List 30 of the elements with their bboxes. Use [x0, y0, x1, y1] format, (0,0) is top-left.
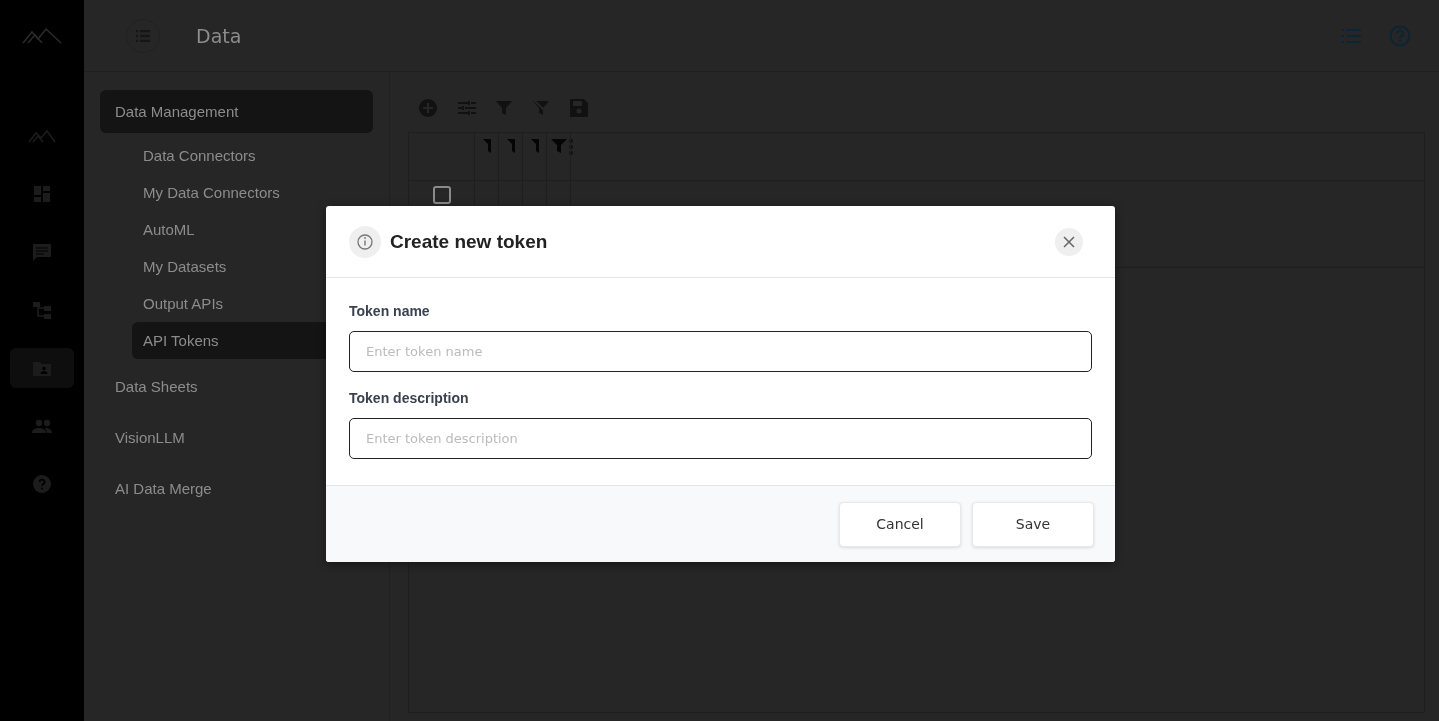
help-icon [33, 475, 51, 493]
sidebar-item[interactable]: Data Management [100, 90, 373, 133]
filter-icon[interactable] [530, 139, 539, 153]
chat-icon [33, 243, 51, 261]
close-icon [1063, 235, 1075, 248]
close-button[interactable] [1055, 227, 1083, 256]
sidebar-subitem[interactable]: My Data Connectors [100, 174, 373, 211]
help-icon[interactable] [1389, 24, 1411, 47]
folder-user-icon [33, 360, 51, 376]
people-icon [32, 419, 52, 433]
row-checkbox[interactable] [432, 186, 451, 204]
hierarchy-icon [33, 301, 51, 319]
nav-folder-user-button[interactable] [10, 348, 74, 388]
filter-icon[interactable] [550, 139, 567, 153]
field-label: Token name [349, 303, 430, 319]
info-icon [349, 225, 381, 258]
sidebar-subitem[interactable]: Data Connectors [100, 137, 373, 174]
cancel-button[interactable]: Cancel [839, 501, 961, 547]
page-title: Data [196, 24, 242, 47]
dialog-title: Create new token [390, 230, 548, 253]
mountain-icon [28, 129, 56, 143]
input-field[interactable]: Enter token name [349, 331, 1092, 372]
input-field[interactable]: Enter token description [349, 418, 1092, 459]
save-button[interactable]: Save [972, 501, 1094, 547]
mountain-logo-icon [22, 28, 62, 44]
field-label: Token description [349, 390, 469, 406]
dashboard-icon [34, 186, 50, 202]
filter-icon[interactable] [506, 139, 515, 153]
list-icon[interactable] [1341, 27, 1361, 44]
filter-icon[interactable] [482, 139, 491, 153]
